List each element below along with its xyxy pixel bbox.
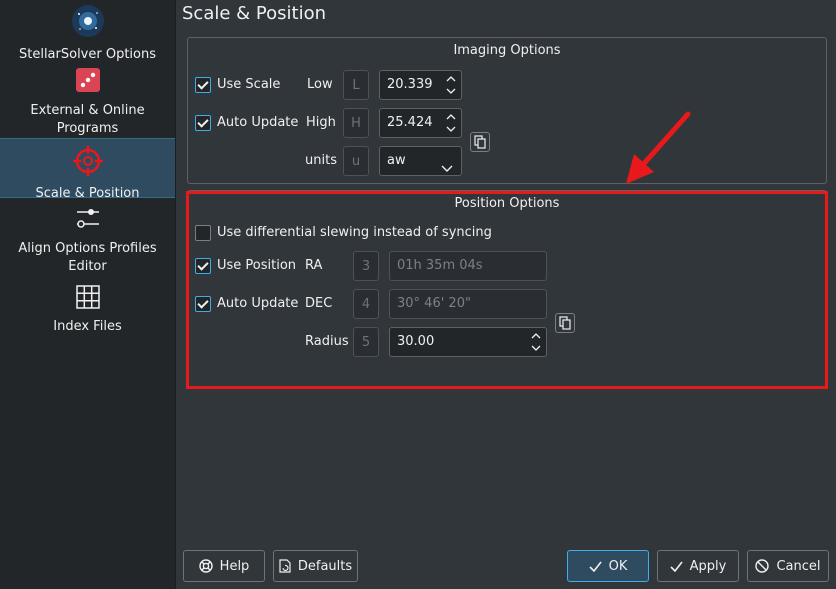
cancel-button[interactable]: Cancel <box>747 550 829 582</box>
defaults-button[interactable]: Defaults <box>273 550 358 582</box>
differential-slewing-label: Use differential slewing instead of sync… <box>217 225 492 240</box>
sidebar-item-label: Scale & Position <box>35 186 140 201</box>
units-value: aw <box>387 153 406 168</box>
differential-slewing-checkbox[interactable] <box>195 225 211 241</box>
spin-arrows-icon[interactable] <box>446 112 456 134</box>
ra-field[interactable]: 01h 35m 04s <box>389 251 547 281</box>
crosshair-icon <box>0 145 175 183</box>
sidebar-item-label: External & Online Programs <box>30 103 145 136</box>
ra-shortcut-key: 3 <box>353 251 379 281</box>
low-scale-value: 20.339 <box>387 77 433 92</box>
group-title: Imaging Options <box>453 43 561 58</box>
help-button[interactable]: Help <box>183 550 265 582</box>
sidebar-item-label: StellarSolver Options <box>18 47 157 62</box>
auto-update-scale-checkbox[interactable] <box>195 115 211 131</box>
group-title: Position Options <box>454 196 560 211</box>
galaxy-icon <box>0 4 175 44</box>
apply-button[interactable]: Apply <box>657 550 739 582</box>
high-shortcut-key: H <box>343 108 369 138</box>
high-scale-spinbox[interactable]: 25.424 <box>379 108 462 138</box>
units-combobox[interactable]: aw <box>379 146 462 176</box>
slider-icon <box>0 204 175 238</box>
sidebar-item-align-profiles-editor[interactable]: Align Options Profiles Editor <box>0 204 175 274</box>
low-scale-spinbox[interactable]: 20.339 <box>379 70 462 100</box>
units-label: units <box>305 153 337 168</box>
auto-update-position-checkbox[interactable] <box>195 296 211 312</box>
ok-button-label: OK <box>608 558 628 574</box>
use-scale-label: Use Scale <box>217 77 281 92</box>
auto-update-position-label: Auto Update <box>217 296 299 311</box>
low-label: Low <box>307 77 333 92</box>
cancel-button-label: Cancel <box>776 558 821 574</box>
use-position-checkbox[interactable] <box>195 258 211 274</box>
ra-value: 01h 35m 04s <box>397 258 483 273</box>
sidebar-item-index-files[interactable]: Index Files <box>0 284 175 334</box>
page-title: Scale & Position <box>182 3 326 24</box>
cancel-icon <box>755 559 770 573</box>
sidebar: StellarSolver Options External & Online … <box>0 0 176 589</box>
lifebuoy-icon <box>198 559 213 573</box>
spin-arrows-icon[interactable] <box>531 331 541 353</box>
ra-label: RA <box>305 258 323 273</box>
radius-spinbox[interactable]: 30.00 <box>389 327 547 357</box>
radius-value: 30.00 <box>397 334 435 349</box>
checkmark-icon <box>670 561 683 572</box>
high-scale-value: 25.424 <box>387 115 433 130</box>
sidebar-item-stellarsolver-options[interactable]: StellarSolver Options <box>0 4 175 62</box>
dec-label: DEC <box>305 296 333 311</box>
copy-scale-button[interactable] <box>470 132 490 152</box>
auto-update-scale-label: Auto Update <box>217 115 299 130</box>
sidebar-item-external-programs[interactable]: External & Online Programs <box>0 66 175 136</box>
spin-arrows-icon[interactable] <box>446 74 456 96</box>
defaults-button-label: Defaults <box>297 558 353 574</box>
annotation-arrow-icon <box>626 111 691 184</box>
sidebar-item-label: Align Options Profiles Editor <box>18 241 157 274</box>
use-scale-checkbox[interactable] <box>195 77 211 93</box>
imaging-options-group: Imaging Options <box>187 37 827 184</box>
copy-position-button[interactable] <box>555 313 575 333</box>
dec-field[interactable]: 30° 46' 20" <box>389 289 547 319</box>
high-label: High <box>306 115 336 130</box>
chevron-down-icon <box>441 156 453 184</box>
use-position-label: Use Position <box>217 258 297 273</box>
ok-button[interactable]: OK <box>567 550 649 582</box>
sidebar-item-scale-position[interactable]: Scale & Position <box>0 138 175 201</box>
checkmark-icon <box>589 561 602 572</box>
dec-shortcut-key: 4 <box>353 289 379 319</box>
sidebar-item-label: Index Files <box>53 319 122 334</box>
copy-icon <box>474 135 486 149</box>
radius-shortcut-key: 5 <box>353 327 379 357</box>
copy-icon <box>559 316 571 330</box>
document-revert-icon <box>279 559 291 573</box>
units-shortcut-key: u <box>343 146 369 176</box>
apply-button-label: Apply <box>689 558 727 574</box>
help-button-label: Help <box>219 558 250 574</box>
grid-icon <box>0 284 175 316</box>
dice-icon <box>0 66 175 100</box>
dec-value: 30° 46' 20" <box>397 296 471 311</box>
radius-label: Radius <box>305 334 349 349</box>
low-shortcut-key: L <box>343 70 369 100</box>
